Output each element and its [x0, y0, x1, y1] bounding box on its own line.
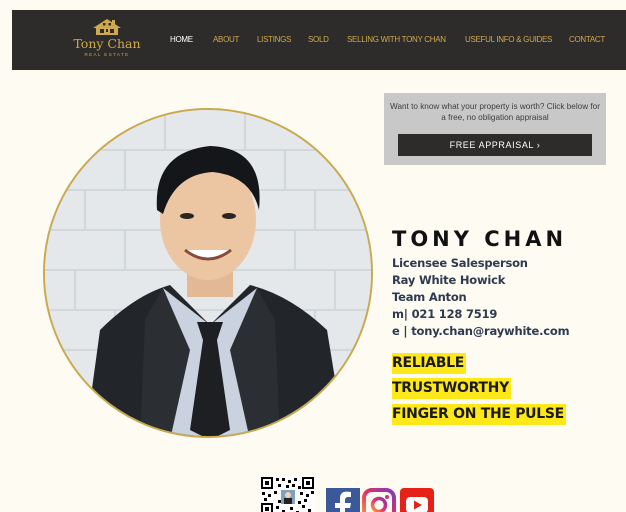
youtube-icon[interactable] [400, 488, 434, 512]
appraisal-panel: Want to know what your property is worth… [384, 93, 606, 165]
tagline-reliable: RELIABLE [392, 353, 467, 374]
nav-listings[interactable]: LISTINGS [257, 35, 291, 44]
tagline-finger-on-the-pulse: FINGER ON THE PULSE [392, 404, 566, 425]
portrait-illustration [45, 110, 371, 436]
appraisal-text: Want to know what your property is worth… [390, 102, 600, 122]
nav-useful-info-guides[interactable]: USEFUL INFO & GUIDES [465, 35, 552, 44]
free-appraisal-button[interactable]: FREE APPRAISAL › [398, 134, 592, 156]
agent-email[interactable]: e | tony.chan@raywhite.com [392, 324, 570, 338]
nav-about[interactable]: ABOUT [213, 35, 239, 44]
nav-selling-with-tony-chan[interactable]: SELLING WITH TONY CHAN [347, 35, 446, 44]
nav-contact[interactable]: CONTACT [569, 35, 605, 44]
tagline-trustworthy: TRUSTWORTHY [392, 378, 511, 399]
qr-code-icon [260, 476, 315, 512]
agent-title: Licensee Salesperson [392, 256, 528, 270]
agent-portrait-photo [43, 108, 373, 438]
agent-name: TONY CHAN [392, 227, 568, 251]
agent-mobile[interactable]: m| 021 128 7519 [392, 307, 497, 321]
brand-name: Tony Chan [73, 36, 141, 51]
nav-home[interactable]: HOME [170, 35, 193, 44]
house-logo-icon [93, 19, 121, 35]
agent-office: Ray White Howick [392, 273, 506, 287]
instagram-icon[interactable] [362, 488, 396, 512]
top-navbar: Tony Chan REAL ESTATE HOME ABOUT LISTING… [12, 10, 626, 70]
agent-team: Team Anton [392, 290, 467, 304]
nav-sold[interactable]: SOLD [308, 35, 329, 44]
brand-logo[interactable]: Tony Chan REAL ESTATE [72, 16, 142, 66]
brand-subtitle: REAL ESTATE [84, 52, 130, 57]
facebook-icon[interactable] [326, 488, 360, 512]
